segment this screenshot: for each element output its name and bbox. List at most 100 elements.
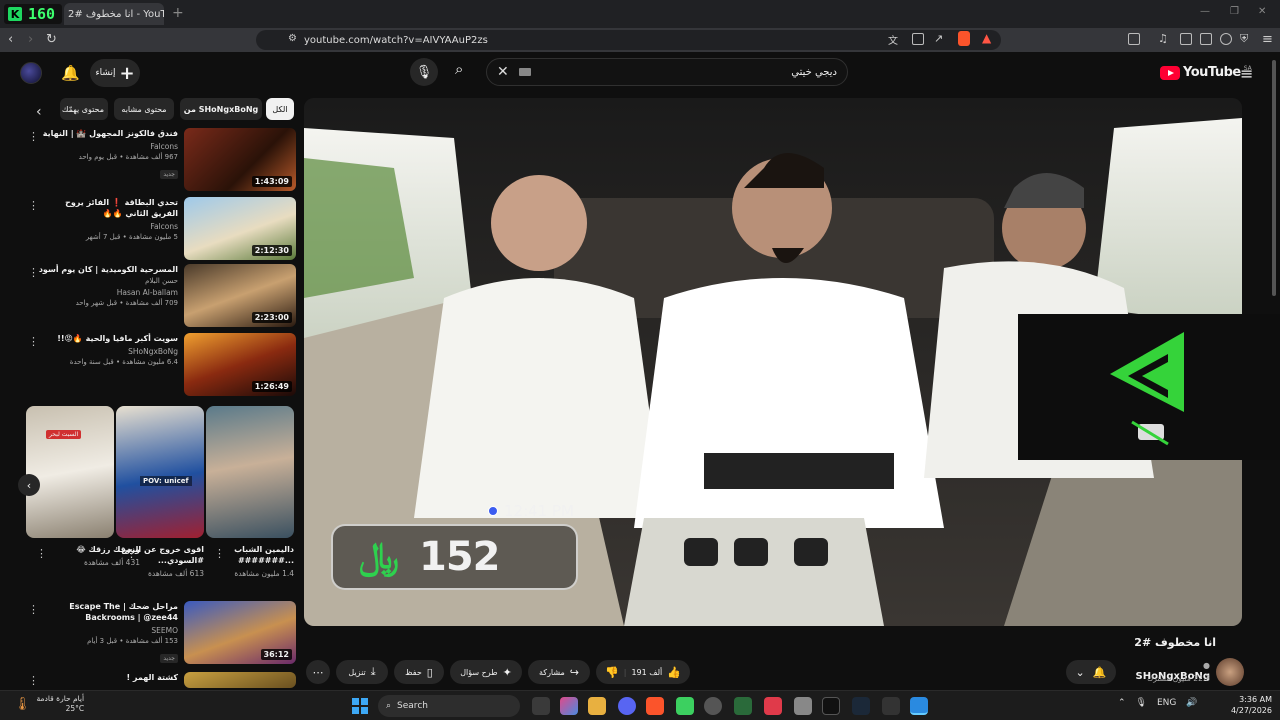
share-page-icon[interactable]: ↗ <box>934 32 943 45</box>
list-item[interactable]: 2:23:00 المسرحية الكوميدية | كان يوم أسو… <box>24 264 296 330</box>
subscribed-button[interactable]: ⌄ 🔔 <box>1066 660 1116 684</box>
site-settings-icon[interactable]: ⚙ <box>288 33 297 44</box>
kick-app-icon[interactable] <box>676 697 694 715</box>
voice-search-icon[interactable]: 🎙 <box>410 58 438 86</box>
media-icon[interactable]: ♫ <box>1158 32 1168 45</box>
list-item[interactable]: كشتة الهمر ! ⋮ <box>24 672 296 688</box>
more-actions-icon[interactable]: ⋮ <box>28 335 39 348</box>
video-title[interactable]: كشتة الهمر ! <box>36 672 179 683</box>
discord-icon[interactable] <box>618 697 636 715</box>
video-title[interactable]: تحدي البطاقة ❗ الفائز يروح الفريق الثاني… <box>36 197 178 219</box>
github-icon[interactable] <box>704 697 722 715</box>
new-tab-icon[interactable]: + <box>172 5 184 21</box>
video-thumbnail[interactable]: 2:12:30 <box>184 197 296 260</box>
guide-menu-icon[interactable]: ≡ <box>1240 64 1253 83</box>
search-icon[interactable]: ⌕ <box>455 60 463 78</box>
keyboard-icon[interactable] <box>518 68 531 76</box>
translate-icon[interactable]: 文 <box>888 32 898 47</box>
save-button[interactable]: حفظ ▯ <box>394 660 444 684</box>
file-explorer-icon[interactable] <box>588 697 606 715</box>
list-item[interactable]: 36:12 مراحل ضحك | Escape The Backrooms |… <box>24 601 296 667</box>
dislike-icon[interactable]: 👎 <box>605 666 619 679</box>
create-button[interactable]: إنشاء + <box>90 59 140 87</box>
reload-icon[interactable]: ↻ <box>46 32 57 47</box>
forward-icon[interactable]: › <box>28 32 33 47</box>
more-actions-icon[interactable]: ⋮ <box>28 199 39 212</box>
list-item[interactable]: 1:26:49 سويت أكبر مافيا والحية 🔥😡!! SHoN… <box>24 333 296 399</box>
youtube-logo[interactable]: YouTube SA <box>1160 65 1252 80</box>
shorts-prev-icon[interactable]: ‹ <box>18 474 40 496</box>
like-icon[interactable]: 👍 <box>667 666 681 679</box>
capcut-icon[interactable] <box>822 697 840 715</box>
taskbar-search[interactable]: ⌕ Search <box>378 695 520 717</box>
more-actions-icon[interactable]: ⋮ <box>126 547 137 560</box>
downloads-icon[interactable] <box>1220 33 1232 45</box>
video-thumbnail[interactable] <box>184 672 296 688</box>
video-title[interactable]: مراحل ضحك | Escape The Backrooms | @zee4… <box>36 601 178 623</box>
browser-tab[interactable]: انا مخطوف #2 - YouTube ✕ <box>64 3 164 25</box>
chip-interest[interactable]: محتوى يهمّك <box>60 98 108 120</box>
video-thumbnail[interactable]: 1:43:09 <box>184 128 296 191</box>
list-item[interactable]: 2:12:30 تحدي البطاقة ❗ الفائز يروح الفري… <box>24 197 296 263</box>
search-input[interactable]: ✕ ديجي خيتي <box>486 58 848 86</box>
chip-all[interactable]: الكل <box>266 98 294 120</box>
channel-name[interactable]: Hasan Al-ballam <box>36 288 178 297</box>
taskbar-clock[interactable]: 3:36 AM 4/27/2026 <box>1214 694 1272 716</box>
notifications-icon[interactable]: 🔔 <box>61 64 80 82</box>
browser-menu-icon[interactable]: ≡ <box>1262 32 1273 47</box>
more-actions-icon[interactable]: ⋮ <box>28 266 39 279</box>
vpn-icon[interactable]: ⛨ <box>1240 32 1248 46</box>
like-count[interactable]: 191 ألف <box>631 668 662 677</box>
microphone-icon[interactable]: 🎙 <box>1136 698 1147 708</box>
video-title[interactable]: فندق فالكونز المجهول 🏰 | النهاية <box>36 128 178 139</box>
brave-rewards-icon[interactable]: ▲ <box>982 31 991 45</box>
obs-icon[interactable] <box>882 697 900 715</box>
back-icon[interactable]: ‹ <box>8 32 13 47</box>
weather-widget[interactable]: 🌡 أيام حارة قادمة 25°C <box>14 694 84 714</box>
windows-start-icon[interactable] <box>352 698 368 714</box>
chip-similar[interactable]: محتوى مشابه <box>114 98 174 120</box>
more-options-button[interactable]: ⋯ <box>306 660 330 684</box>
short-thumbnail[interactable] <box>206 406 294 538</box>
brave-icon[interactable] <box>646 697 664 715</box>
maximize-icon[interactable]: ❐ <box>1230 6 1239 17</box>
more-actions-icon[interactable]: ⋮ <box>214 547 225 560</box>
clear-search-icon[interactable]: ✕ <box>497 64 509 80</box>
wallet-icon[interactable] <box>1200 33 1212 45</box>
volume-icon[interactable]: 🔊 <box>1186 698 1197 708</box>
channel-name[interactable]: SHoNgxBoNg <box>36 347 178 356</box>
more-actions-icon[interactable]: ⋮ <box>28 130 39 143</box>
steam-icon[interactable] <box>852 697 870 715</box>
page-scrollbar[interactable] <box>1272 60 1276 296</box>
list-item[interactable]: 1:43:09 فندق فالكونز المجهول 🏰 | النهاية… <box>24 128 296 194</box>
store-icon[interactable] <box>794 697 812 715</box>
language-indicator[interactable]: ENG <box>1157 698 1176 708</box>
task-view-icon[interactable] <box>532 697 550 715</box>
short-thumbnail[interactable]: POV: unicef <box>116 406 204 538</box>
video-thumbnail[interactable]: 1:26:49 <box>184 333 296 396</box>
xbox-icon[interactable] <box>734 697 752 715</box>
channel-name[interactable]: Falcons <box>36 142 178 151</box>
more-actions-icon[interactable]: ⋮ <box>28 603 39 616</box>
window-close-icon[interactable]: ✕ <box>1258 6 1266 17</box>
channel-name[interactable]: Falcons <box>36 222 178 231</box>
sidebar-icon[interactable] <box>1128 33 1140 45</box>
video-thumbnail[interactable]: 2:23:00 <box>184 264 296 327</box>
video-title[interactable]: سويت أكبر مافيا والحية 🔥😡!! <box>36 333 178 344</box>
cast-icon[interactable] <box>912 33 924 45</box>
video-thumbnail[interactable]: 36:12 <box>184 601 296 664</box>
chip-from-channel[interactable]: من SHoNgxBoNg <box>180 98 262 120</box>
tray-expand-icon[interactable]: ⌃ <box>1118 698 1126 708</box>
account-avatar[interactable] <box>20 62 42 84</box>
minimize-icon[interactable]: — <box>1200 6 1210 17</box>
channel-avatar[interactable] <box>1216 658 1244 686</box>
reader-icon[interactable] <box>1180 33 1192 45</box>
copilot-icon[interactable] <box>560 697 578 715</box>
more-actions-icon[interactable]: ⋮ <box>28 674 39 687</box>
ask-button[interactable]: طرح سؤال ✦ <box>450 660 522 684</box>
channel-name[interactable]: SEEMO <box>36 626 178 635</box>
short-thumbnail[interactable]: السبت لبحر <box>26 406 114 538</box>
download-button[interactable]: تنزيل ⤓ <box>336 660 388 684</box>
share-button[interactable]: مشاركة ↪ <box>528 660 590 684</box>
video-title[interactable]: المسرحية الكوميدية | كان يوم أسود <box>36 264 178 275</box>
